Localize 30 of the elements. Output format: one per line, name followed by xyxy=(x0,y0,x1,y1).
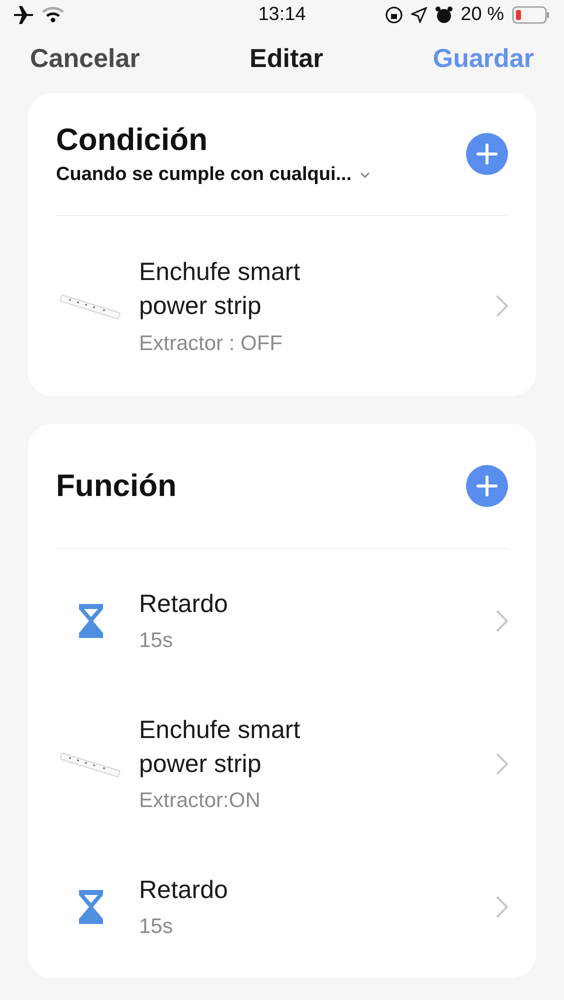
location-arrow-icon xyxy=(410,6,427,23)
chevron-right-icon xyxy=(496,752,508,774)
status-time: 13:14 xyxy=(258,4,306,26)
section-title: Condición xyxy=(56,122,209,158)
item-detail: 15s xyxy=(139,915,174,940)
chevron-right-icon xyxy=(496,610,508,632)
item-detail: Extractor : OFF xyxy=(139,332,284,356)
section-title: Función xyxy=(56,468,177,504)
chevron-right-icon xyxy=(496,295,508,317)
airplane-icon xyxy=(14,6,34,24)
item-detail: 15s xyxy=(139,629,174,654)
item-name: Enchufe smart power strip xyxy=(139,257,302,322)
hourglass-icon xyxy=(78,888,104,924)
condition-dropdown[interactable]: Cuando se cumple con cualqui... xyxy=(56,164,370,186)
plus-icon xyxy=(476,143,498,165)
plus-icon xyxy=(476,475,498,497)
item-detail: Extractor:ON xyxy=(139,789,262,814)
battery-percentage: 20 % xyxy=(460,4,504,26)
screen-title: Editar xyxy=(250,42,324,74)
wifi-icon xyxy=(42,6,64,24)
add-button[interactable] xyxy=(466,133,508,175)
item-name: Enchufe smart power strip xyxy=(139,714,302,780)
hourglass-icon xyxy=(78,602,104,638)
item-name: Retardo xyxy=(139,874,229,906)
chevron-right-icon xyxy=(496,896,508,918)
battery-icon xyxy=(512,6,550,24)
cancel-button[interactable]: Cancelar xyxy=(30,42,140,74)
caret-icon xyxy=(360,172,370,178)
item-name: Retardo xyxy=(139,588,229,620)
add-button[interactable] xyxy=(466,465,508,507)
